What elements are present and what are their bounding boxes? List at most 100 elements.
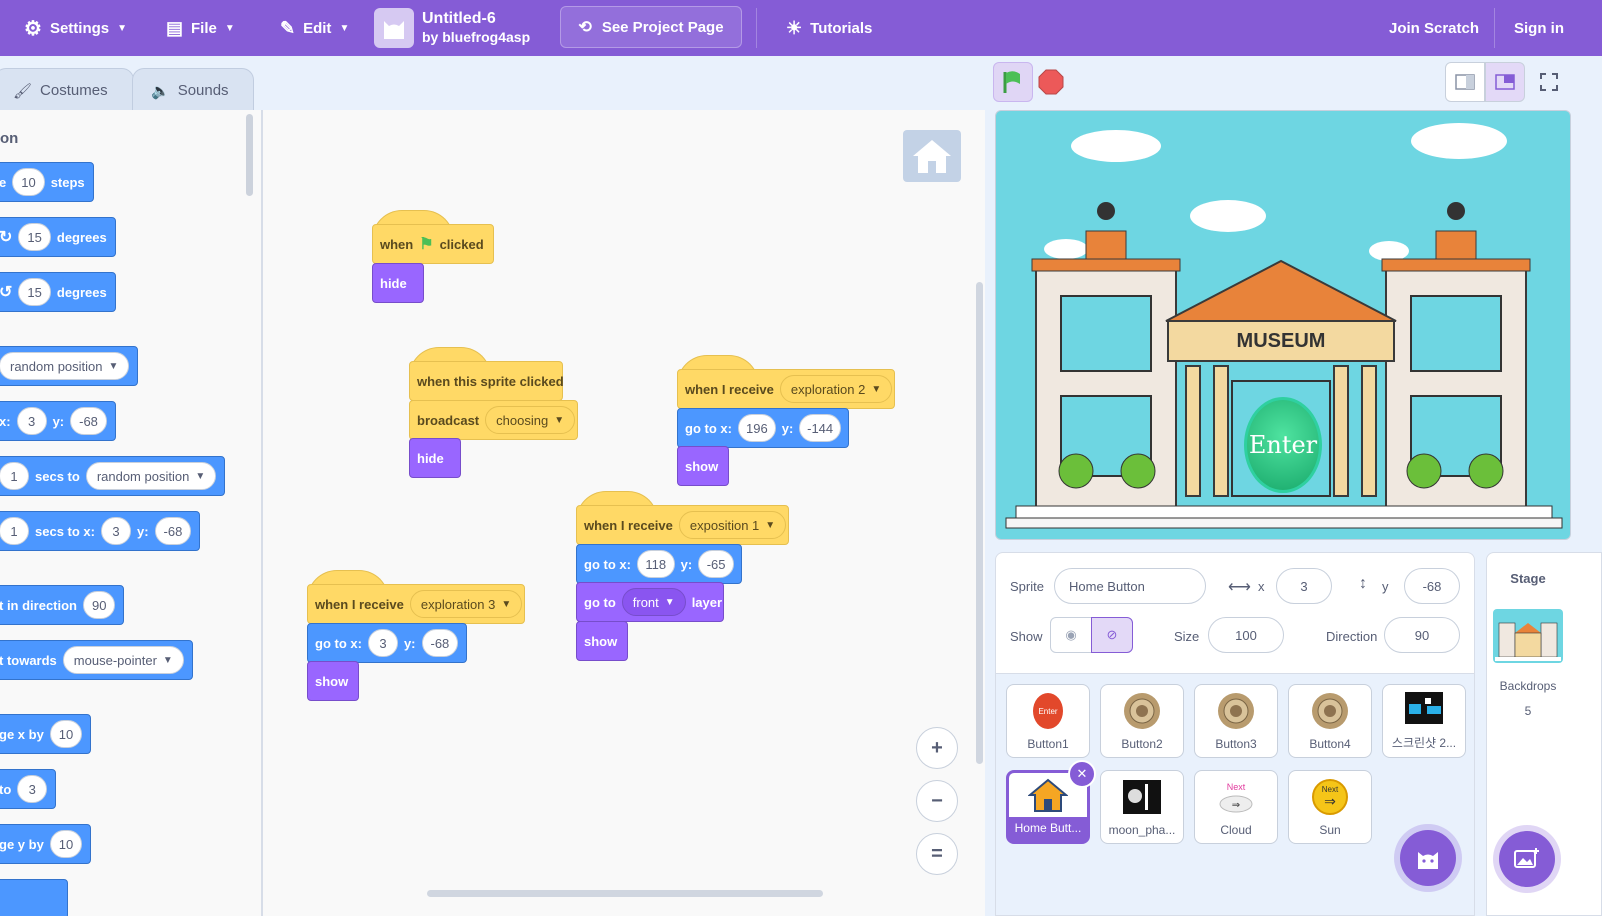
steps-input[interactable]: 10 [12,168,45,196]
tutorials-menu[interactable]: ☀ Tutorials [786,0,872,56]
workspace-vertical-scrollbar[interactable] [976,282,983,764]
sprite-tile[interactable]: Button2 [1100,684,1184,758]
go-to-xy-block[interactable]: go to x: 3 y: -68 [307,623,467,663]
hide-block[interactable]: hide [372,263,424,303]
direction-input[interactable]: 90 [83,591,116,619]
secs-input[interactable]: 1 [0,517,29,545]
settings-menu[interactable]: ⚙ Settings ▼ [24,0,127,56]
show-block[interactable]: show [576,621,628,661]
when-flag-clicked-block[interactable]: when ⚑ clicked [372,224,494,264]
stage[interactable]: MUSEUM Enter [995,110,1571,540]
see-project-button[interactable]: ⟲ See Project Page [560,6,742,48]
large-stage-button[interactable] [1485,62,1525,102]
show-hidden-toggle[interactable]: ⊘ [1091,617,1133,653]
layer-dropdown[interactable]: front ▼ [621,588,686,616]
show-visible-toggle[interactable]: ◉ [1050,617,1092,653]
add-sprite-button[interactable] [1400,830,1456,886]
show-block[interactable]: show [677,446,729,486]
delete-sprite-button[interactable]: ✕ [1068,760,1096,788]
workspace-home-button[interactable] [903,130,961,182]
point-towards-block[interactable]: t towards mouse-pointer ▼ [0,640,193,680]
x-input[interactable]: 3 [1276,568,1332,604]
tab-costumes[interactable]: 🖌 Costumes [0,68,134,112]
sprite-tile[interactable]: moon_pha... [1100,770,1184,844]
go-to-layer-block[interactable]: go to front ▼ layer [576,582,724,622]
when-i-receive-block[interactable]: when I receive exposition 1 ▼ [576,505,789,545]
add-backdrop-button[interactable] [1499,831,1555,887]
message-dropdown[interactable]: choosing ▼ [485,406,576,434]
when-sprite-clicked-block[interactable]: when this sprite clicked [409,361,564,401]
x-input[interactable]: 3 [16,407,47,435]
zoom-out-button[interactable]: − [916,780,958,822]
sprite-tile[interactable]: Button4 [1288,684,1372,758]
hide-block[interactable]: hide [409,438,461,478]
project-info[interactable]: Untitled-6 by bluefrog4asp [374,0,530,56]
workspace-horizontal-scrollbar[interactable] [427,890,823,897]
target-dropdown[interactable]: mouse-pointer ▼ [62,646,184,674]
go-to-xy-block[interactable]: x: 3 y: -68 [0,401,116,441]
set-y-block[interactable] [0,879,68,916]
script-workspace[interactable]: when ⚑ clicked hide when this sprite cli… [262,110,985,916]
sprite-tile[interactable]: Next ⇒ Cloud [1194,770,1278,844]
message-dropdown[interactable]: exploration 3 ▼ [409,590,523,618]
go-to-xy-block[interactable]: go to x: 196 y: -144 [677,408,849,448]
message-dropdown[interactable]: exploration 2 ▼ [779,375,893,403]
fullscreen-button[interactable] [1529,62,1569,102]
go-to-block[interactable]: random position ▼ [0,346,139,386]
when-i-receive-block[interactable]: when I receive exploration 2 ▼ [677,369,895,409]
sprite-name-input[interactable]: Home Button [1054,568,1206,604]
file-menu[interactable]: ▤ File ▼ [166,0,235,56]
stop-button[interactable] [1031,62,1071,102]
y-input[interactable]: -65 [698,550,734,578]
when-i-receive-block[interactable]: when I receive exploration 3 ▼ [307,584,525,624]
zoom-in-button[interactable]: + [916,727,958,769]
show-block[interactable]: show [307,661,359,701]
x-input[interactable]: 3 [100,517,131,545]
join-scratch-link[interactable]: Join Scratch [1389,0,1479,56]
direction-input[interactable]: 90 [1384,617,1460,653]
change-x-block[interactable]: ge x by 10 [0,714,92,754]
x-input[interactable]: 3 [17,775,48,803]
change-y-block[interactable]: ge y by 10 [0,824,92,864]
go-to-xy-block[interactable]: go to x: 118 y: -65 [576,544,742,584]
secs-input[interactable]: 1 [0,462,29,490]
move-steps-block[interactable]: e 10 steps [0,162,94,202]
glide-to-block[interactable]: 1 secs to random position ▼ [0,456,226,496]
target-dropdown[interactable]: random position ▼ [85,462,217,490]
size-input[interactable]: 100 [1208,617,1284,653]
message-dropdown[interactable]: exposition 1 ▼ [678,511,787,539]
x-input[interactable]: 196 [737,414,776,442]
y-input[interactable]: -68 [1404,568,1460,604]
degrees-input[interactable]: 15 [18,223,51,251]
x-input[interactable]: 3 [367,629,398,657]
degrees-input[interactable]: 15 [18,278,51,306]
sprite-tile[interactable]: Enter Button1 [1006,684,1090,758]
stage-thumbnail[interactable] [1493,609,1563,663]
turn-left-block[interactable]: ↺ 15 degrees [0,272,116,312]
x-change-input[interactable]: 10 [49,720,83,748]
sprite-tile[interactable]: 스크린샷 2... [1382,684,1466,758]
small-stage-button[interactable] [1445,62,1485,102]
broadcast-block[interactable]: broadcast choosing ▼ [409,400,578,440]
point-in-direction-block[interactable]: t in direction 90 [0,585,125,625]
y-input[interactable]: -144 [799,414,841,442]
zoom-reset-button[interactable]: = [916,833,958,875]
sign-in-link[interactable]: Sign in [1514,0,1564,56]
enter-button-sprite[interactable]: Enter [1244,397,1322,493]
y-change-input[interactable]: 10 [49,830,83,858]
tab-sounds[interactable]: 🔈 Sounds [132,68,254,112]
y-input[interactable]: -68 [70,407,107,435]
green-flag-button[interactable] [993,62,1033,102]
x-input[interactable]: 118 [636,550,675,578]
turn-right-block[interactable]: ↻ 15 degrees [0,217,116,257]
target-dropdown[interactable]: random position ▼ [0,352,130,380]
set-x-block[interactable]: to 3 [0,769,57,809]
palette-scrollbar[interactable] [246,114,253,196]
y-input[interactable]: -68 [421,629,459,657]
sprite-tile[interactable]: Button3 [1194,684,1278,758]
edit-menu[interactable]: ✎ Edit ▼ [280,0,349,56]
sprite-tile[interactable]: Next ⇒ Sun [1288,770,1372,844]
project-title[interactable]: Untitled-6 [422,10,530,28]
glide-to-xy-block[interactable]: 1 secs to x: 3 y: -68 [0,511,201,551]
y-input[interactable]: -68 [154,517,192,545]
